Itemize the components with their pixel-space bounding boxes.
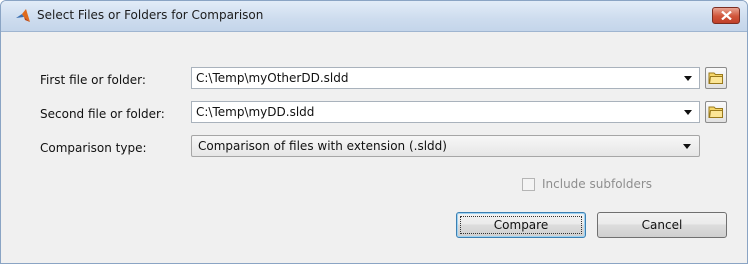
focus-ring xyxy=(460,216,582,234)
comparison-type-value: Comparison of files with extension (.sld… xyxy=(198,139,447,153)
chevron-down-icon[interactable] xyxy=(684,76,692,81)
first-file-input[interactable]: C:\Temp\myOtherDD.sldd xyxy=(191,67,700,89)
first-file-value: C:\Temp\myOtherDD.sldd xyxy=(196,71,349,85)
second-file-value: C:\Temp\myDD.sldd xyxy=(196,105,315,119)
matlab-logo-icon xyxy=(16,9,30,22)
include-subfolders-label: Include subfolders xyxy=(542,177,653,191)
include-subfolders-checkbox[interactable] xyxy=(522,178,535,191)
title-bar[interactable]: Select Files or Folders for Comparison xyxy=(1,1,747,32)
first-file-label: First file or folder: xyxy=(40,73,146,87)
chevron-down-icon[interactable] xyxy=(684,110,692,115)
comparison-type-label: Comparison type: xyxy=(40,141,147,155)
folder-icon xyxy=(708,72,723,84)
chevron-down-icon[interactable] xyxy=(683,144,691,149)
second-file-input[interactable]: C:\Temp\myDD.sldd xyxy=(191,101,700,123)
first-browse-button[interactable] xyxy=(705,67,727,89)
close-icon xyxy=(721,11,732,20)
close-button[interactable] xyxy=(712,7,740,24)
window-title: Select Files or Folders for Comparison xyxy=(37,8,264,22)
cancel-button[interactable]: Cancel xyxy=(597,212,727,238)
second-browse-button[interactable] xyxy=(705,101,727,123)
comparison-dialog: Select Files or Folders for Comparison F… xyxy=(0,0,748,264)
folder-icon xyxy=(708,106,723,118)
cancel-button-label: Cancel xyxy=(641,218,683,232)
compare-button[interactable]: Compare xyxy=(456,212,586,238)
second-file-label: Second file or folder: xyxy=(40,107,165,121)
comparison-type-select[interactable]: Comparison of files with extension (.sld… xyxy=(191,135,700,157)
